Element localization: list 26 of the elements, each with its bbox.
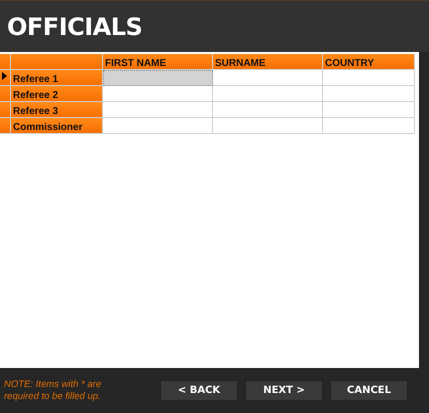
column-header[interactable]: FIRST NAME <box>103 54 213 70</box>
table-cell[interactable] <box>323 118 415 134</box>
table-cell[interactable] <box>323 102 415 118</box>
note-text: NOTE: Items with * are required to be filled up. <box>4 378 102 402</box>
nav-button[interactable]: < BACK <box>160 380 238 401</box>
table-cell[interactable] <box>213 102 323 118</box>
window-title: OFFICIALS <box>7 12 142 40</box>
table-cell[interactable] <box>213 70 323 86</box>
column-header[interactable]: COUNTRY <box>323 54 415 70</box>
row-selector[interactable] <box>0 70 11 86</box>
row-header: Referee 2 <box>11 86 103 102</box>
table-cell[interactable] <box>103 118 213 134</box>
row-header: Referee 3 <box>11 102 103 118</box>
nav-button[interactable]: CANCEL <box>330 380 408 401</box>
table-cell[interactable] <box>103 86 213 102</box>
table-cell[interactable] <box>103 70 213 86</box>
nav-button[interactable]: NEXT > <box>245 380 323 401</box>
table-cell[interactable] <box>213 86 323 102</box>
current-row-icon <box>2 72 7 80</box>
table-cell[interactable] <box>103 102 213 118</box>
row-header: Referee 1 <box>11 70 103 86</box>
column-header[interactable]: SURNAME <box>213 54 323 70</box>
table-cell[interactable] <box>323 70 415 86</box>
row-header: Commissioner <box>11 118 103 134</box>
table-cell[interactable] <box>213 118 323 134</box>
table-cell[interactable] <box>323 86 415 102</box>
